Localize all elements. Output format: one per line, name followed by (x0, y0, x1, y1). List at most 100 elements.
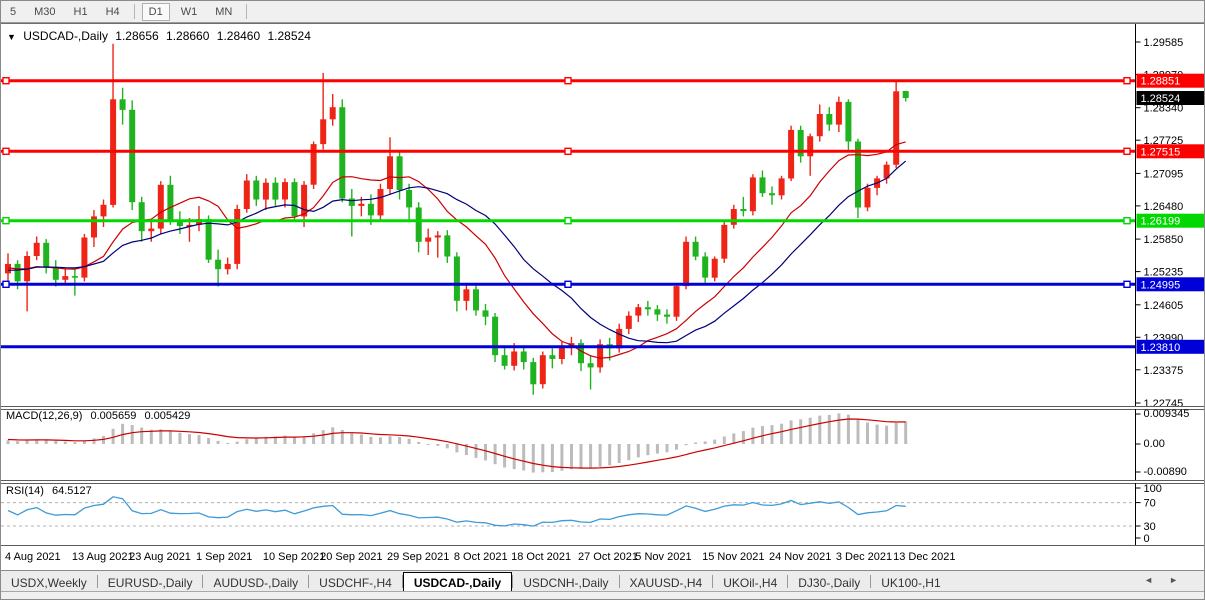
macd-histogram-bar (226, 442, 230, 444)
moving-average-slow (7, 160, 907, 344)
candle-body (243, 180, 250, 209)
timeframe-button-m30[interactable]: M30 (27, 3, 62, 21)
macd-histogram-bar (417, 441, 421, 444)
candle-body (215, 259, 222, 270)
macd-histogram-bar (63, 441, 67, 444)
candle-body (282, 182, 288, 200)
macd-histogram-bar (350, 432, 354, 444)
chart-tab-ukoil-[interactable]: UKOil-,H4 (713, 573, 787, 592)
macd-histogram-bar (312, 433, 316, 444)
line-handle[interactable] (564, 147, 572, 156)
candle-body (473, 289, 479, 311)
candle-body (740, 209, 747, 212)
chart-tab-usdcad-[interactable]: USDCAD-,Daily (402, 572, 513, 592)
macd-tick-label: 0.009345 (1144, 409, 1190, 420)
chart-tab-bar: USDX,Weekly EURUSD-,Daily AUDUSD-,Daily USD… (1, 570, 1204, 592)
chart-tab-usdchf-[interactable]: USDCHF-,H4 (309, 573, 402, 592)
candle-body (396, 156, 403, 191)
macd-histogram-bar (254, 438, 258, 444)
candle-body (253, 180, 260, 200)
macd-histogram-bar (16, 441, 20, 444)
chart-tab-audusd-[interactable]: AUDUSD-,Daily (203, 573, 308, 592)
macd-histogram-bar (140, 427, 144, 444)
macd-histogram-bar (92, 438, 96, 444)
timeframe-button-h4[interactable]: H4 (99, 3, 127, 21)
timeframe-button-h1[interactable]: H1 (67, 3, 95, 21)
candle-body (205, 219, 212, 260)
date-label: 15 Nov 2021 (702, 551, 765, 563)
chart-tab-xauusd-[interactable]: XAUUSD-,H4 (620, 573, 713, 592)
candle-body (339, 107, 346, 199)
macd-histogram-bar (789, 420, 793, 444)
line-handle[interactable] (1123, 147, 1131, 156)
timeframe-toolbar: 5 M30 H1 H4 D1 W1 MN (1, 1, 1204, 23)
candle-body (816, 114, 823, 137)
line-handle[interactable] (1123, 77, 1131, 85)
chart-tab-usdx[interactable]: USDX,Weekly (1, 573, 97, 592)
candle-body (711, 258, 718, 278)
timeframe-button-5[interactable]: 5 (3, 3, 23, 21)
candle-body (807, 136, 814, 157)
macd-histogram-bar (436, 444, 440, 446)
date-label: 4 Aug 2021 (5, 551, 61, 563)
chart-tab-eurusd-[interactable]: EURUSD-,Daily (98, 573, 203, 592)
macd-histogram-bar (188, 434, 191, 444)
candle-body (234, 209, 241, 264)
ohlc-open: 1.28656 (115, 29, 159, 43)
macd-histogram-bar (741, 431, 745, 444)
candle-body (625, 315, 632, 329)
hline-price-label-text: 1.23810 (1141, 342, 1181, 354)
line-handle[interactable] (2, 147, 10, 156)
rsi-tick-label: 0 (1144, 533, 1150, 545)
line-handle[interactable] (1123, 280, 1131, 288)
line-handle[interactable] (1123, 216, 1131, 225)
line-handle[interactable] (2, 216, 10, 225)
price-tick-label: 1.23375 (1144, 365, 1184, 377)
macd-histogram-bar (818, 415, 822, 444)
chart-tab-usdcnh-[interactable]: USDCNH-,Daily (513, 573, 618, 592)
line-handle[interactable] (564, 216, 572, 225)
macd-histogram-bar (541, 444, 545, 473)
macd-histogram-bar (216, 440, 220, 444)
candle-body (415, 207, 422, 242)
macd-histogram-bar (426, 444, 430, 445)
candle-body (864, 187, 871, 208)
macd-histogram-bar (866, 422, 869, 444)
timeframe-button-mn[interactable]: MN (208, 3, 239, 21)
candle-body (453, 256, 460, 301)
chart-title-symbol: USDCAD-,Daily (23, 29, 108, 43)
candle-body (33, 242, 40, 256)
price-tick-label: 1.24605 (1144, 300, 1184, 312)
macd-histogram-bar (646, 444, 650, 456)
chart-tab-uk100-[interactable]: UK100-,H1 (871, 573, 950, 592)
macd-histogram-bar (484, 444, 487, 461)
rsi-indicator-label: RSI(14) 64.5127 (6, 485, 97, 497)
chart-tab-dj30-[interactable]: DJ30-,Daily (788, 573, 870, 592)
line-handle[interactable] (2, 280, 10, 288)
main-price-chart: 1.295851.289701.283401.277251.270951.264… (1, 24, 1204, 406)
date-label: 5 Nov 2021 (635, 551, 692, 563)
line-handle[interactable] (564, 280, 572, 288)
symbol-dropdown-icon[interactable]: ▼ (7, 32, 16, 42)
macd-histogram-bar (197, 435, 201, 444)
macd-histogram-bar (875, 424, 879, 444)
candle-body (845, 101, 852, 142)
candle-body (673, 286, 680, 317)
rsi-name: RSI(14) (6, 485, 44, 497)
line-handle[interactable] (2, 77, 10, 85)
macd-histogram-bar (178, 432, 182, 444)
date-label: 18 Oct 2021 (511, 551, 572, 563)
candle-body (683, 241, 690, 287)
candle-body (587, 363, 594, 368)
candle-body (482, 310, 489, 317)
line-handle[interactable] (564, 77, 572, 85)
macd-histogram-bar (722, 436, 726, 444)
macd-histogram-bar (407, 438, 411, 444)
macd-histogram-bar (589, 444, 593, 469)
macd-histogram-bar (713, 439, 717, 444)
timeframe-button-d1[interactable]: D1 (141, 2, 170, 21)
macd-histogram-bar (827, 414, 831, 444)
candle-body (62, 276, 69, 280)
timeframe-button-w1[interactable]: W1 (174, 3, 205, 21)
macd-histogram-bar (837, 413, 841, 444)
